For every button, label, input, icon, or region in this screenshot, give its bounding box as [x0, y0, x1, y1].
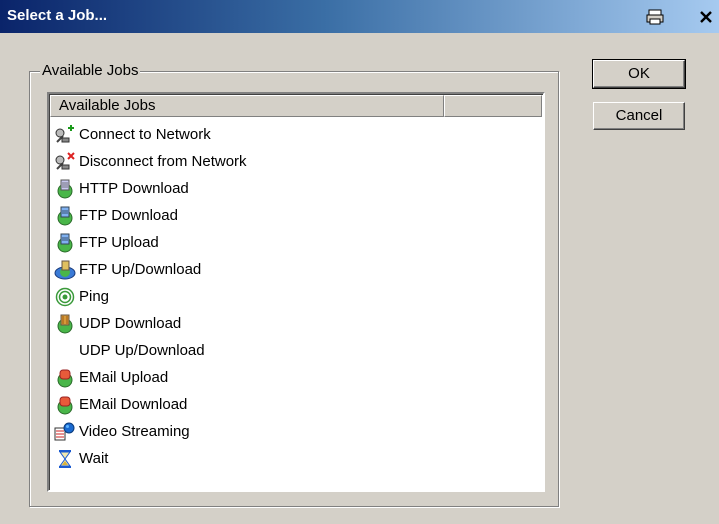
list-item[interactable]: UDP Up/Download [53, 337, 247, 364]
network-disconnect-icon [53, 151, 77, 173]
printer-icon[interactable] [643, 6, 667, 28]
list-rows: Connect to Network Disconnect from Networ… [53, 121, 247, 472]
list-item[interactable]: FTP Up/Download [53, 256, 247, 283]
list-item[interactable]: FTP Upload [53, 229, 247, 256]
email-download-icon [53, 394, 77, 416]
cancel-button[interactable]: Cancel [593, 102, 685, 130]
list-header: Available Jobs [50, 95, 542, 117]
list-item-label: EMail Upload [79, 369, 169, 386]
ping-icon [53, 286, 77, 308]
list-item[interactable]: EMail Download [53, 391, 247, 418]
video-streaming-icon [53, 421, 77, 443]
list-item-label: Video Streaming [79, 423, 190, 440]
list-item[interactable]: HTTP Download [53, 175, 247, 202]
http-download-icon [53, 178, 77, 200]
list-item[interactable]: Wait [53, 445, 247, 472]
blank-icon [53, 340, 77, 362]
hourglass-icon [53, 448, 77, 470]
list-item-label: UDP Up/Download [79, 342, 205, 359]
jobs-list[interactable]: Available Jobs Connect to Network Disconn… [47, 92, 545, 492]
list-item[interactable]: UDP Download [53, 310, 247, 337]
close-icon[interactable] [694, 6, 718, 28]
network-connect-icon [53, 124, 77, 146]
window-title: Select a Job... [7, 7, 108, 24]
list-item-label: Connect to Network [79, 126, 211, 143]
list-item[interactable]: Disconnect from Network [53, 148, 247, 175]
column-header-jobs[interactable]: Available Jobs [50, 95, 444, 117]
ftp-upload-icon [53, 232, 77, 254]
udp-download-icon [53, 313, 77, 335]
list-item-label: FTP Download [79, 207, 178, 224]
ftp-updownload-icon [53, 259, 77, 281]
column-header-2[interactable] [444, 95, 542, 117]
list-item-label: HTTP Download [79, 180, 189, 197]
list-item-label: FTP Up/Download [79, 261, 202, 278]
list-item[interactable]: Connect to Network [53, 121, 247, 148]
list-item-label: FTP Upload [79, 234, 159, 251]
ftp-download-icon [53, 205, 77, 227]
list-item-label: EMail Download [79, 396, 188, 413]
list-item[interactable]: FTP Download [53, 202, 247, 229]
group-label: Available Jobs [40, 62, 141, 79]
list-item[interactable]: Ping [53, 283, 247, 310]
email-upload-icon [53, 367, 77, 389]
ok-button[interactable]: OK [592, 59, 686, 89]
list-item-label: Ping [79, 288, 110, 305]
list-item-label: UDP Download [79, 315, 182, 332]
list-item[interactable]: EMail Upload [53, 364, 247, 391]
title-bar[interactable]: Select a Job... [0, 0, 719, 33]
list-item[interactable]: Video Streaming [53, 418, 247, 445]
list-item-label: Wait [79, 450, 109, 467]
list-item-label: Disconnect from Network [79, 153, 247, 170]
